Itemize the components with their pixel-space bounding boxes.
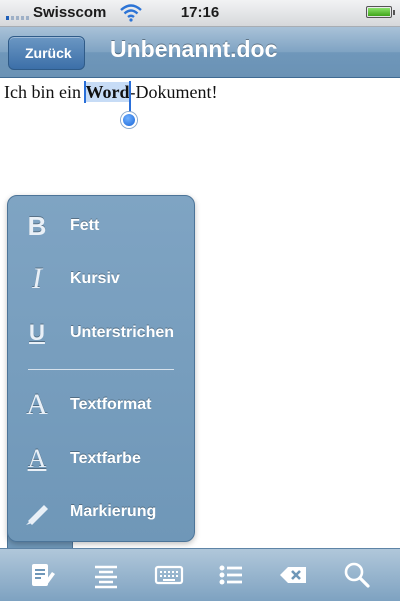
text-format-icon: A: [26, 388, 48, 421]
format-menu: B Fett I Kursiv U Unterstrichen A Textfo…: [7, 195, 195, 542]
keyboard-icon: [151, 565, 187, 597]
text-color-icon: A: [27, 444, 47, 473]
selection-start-caret[interactable]: [84, 81, 87, 103]
menu-item-bold[interactable]: B Fett: [8, 205, 194, 249]
menu-item-text-color[interactable]: A Textfarbe: [8, 438, 194, 482]
search-button[interactable]: [338, 557, 374, 593]
search-icon: [338, 562, 374, 597]
menu-item-label: Kursiv: [70, 270, 120, 287]
selection-end-caret[interactable]: [128, 81, 131, 113]
selection-grab-handle[interactable]: [120, 112, 137, 128]
clock: 17:16: [180, 4, 220, 21]
menu-divider: [28, 369, 174, 370]
menu-item-label: Unterstrichen: [70, 324, 175, 341]
highlighter-icon: [22, 497, 52, 527]
align-button[interactable]: [88, 557, 124, 593]
format-icon: [24, 564, 60, 597]
menu-item-label: Fett: [70, 217, 100, 234]
align-icon: [88, 565, 124, 597]
menu-item-italic[interactable]: I Kursiv: [8, 258, 194, 302]
delete-icon: [275, 567, 311, 597]
status-bar: Swisscom 17:16: [0, 0, 400, 27]
list-button[interactable]: [213, 557, 249, 593]
document-line[interactable]: Ich bin ein Word -Dokument!: [4, 81, 218, 128]
navigation-bar: Zurück Unbenannt.doc: [0, 27, 400, 78]
menu-item-label: Markierung: [70, 503, 157, 520]
menu-item-underline[interactable]: U Unterstrichen: [8, 312, 194, 356]
italic-icon: I: [32, 262, 42, 295]
back-button[interactable]: Zurück: [8, 36, 85, 70]
menu-item-text-format[interactable]: A Textformat: [8, 384, 194, 428]
text-after-selection: -Dokument!: [129, 82, 218, 102]
menu-item-label: Textformat: [70, 396, 152, 413]
bold-icon: B: [27, 211, 47, 241]
page-title: Unbenannt.doc: [110, 36, 278, 62]
text-before-selection: Ich bin ein: [4, 82, 86, 102]
selected-word[interactable]: Word: [84, 81, 137, 128]
menu-item-highlight[interactable]: Markierung: [8, 491, 194, 535]
selected-word-text: Word: [85, 82, 130, 102]
battery-icon: [366, 6, 395, 18]
bottom-toolbar: [0, 548, 400, 601]
delete-button[interactable]: [275, 557, 311, 593]
underline-icon: U: [29, 320, 45, 345]
list-icon: [213, 565, 249, 597]
menu-item-label: Textfarbe: [70, 450, 141, 467]
format-button[interactable]: [24, 557, 60, 593]
keyboard-button[interactable]: [151, 557, 187, 593]
